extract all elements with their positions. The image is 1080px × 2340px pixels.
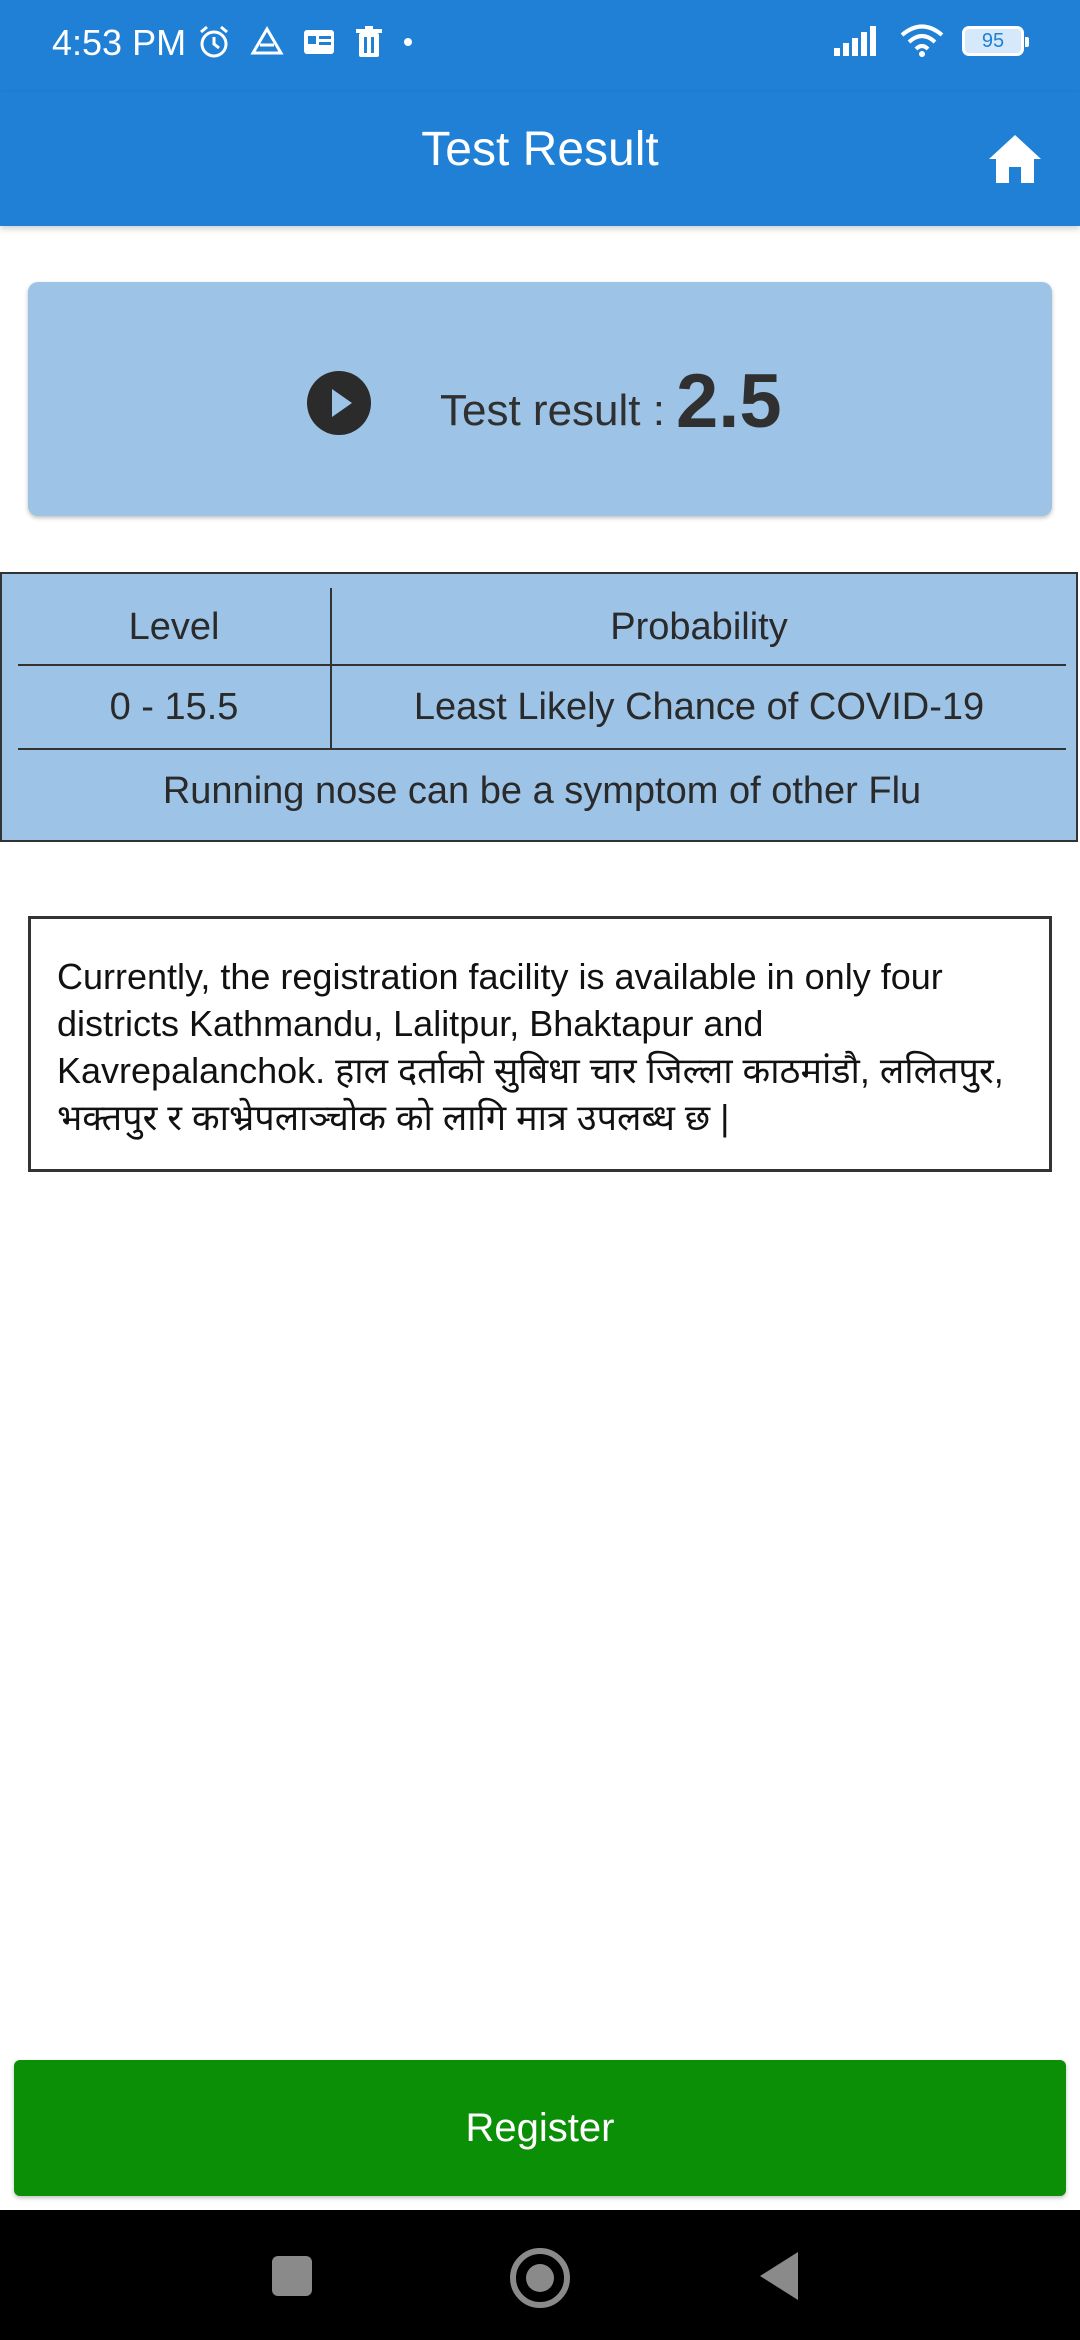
header-probability: Probability (610, 606, 788, 648)
result-table: Level Probability 0 - 15.5 Least Likely … (0, 572, 1078, 842)
navigation-bar (0, 2210, 1080, 2340)
recents-icon[interactable] (272, 2256, 312, 2296)
battery-icon: 95 (962, 26, 1029, 56)
row-level: 0 - 15.5 (109, 686, 239, 728)
registration-info: Currently, the registration facility is … (28, 916, 1052, 1172)
result-card: Test result : 2.5 (28, 282, 1052, 516)
signal-icon (834, 26, 876, 56)
card-icon (304, 30, 334, 54)
register-button[interactable]: Register (14, 2060, 1066, 2196)
status-time: 4:53 PM (52, 22, 187, 63)
status-icons-right: 95 (832, 24, 1029, 58)
table-divider (18, 748, 1066, 750)
battery-level: 95 (981, 29, 1005, 52)
app-bar: Test Result (0, 92, 1080, 226)
trash-icon (356, 26, 382, 57)
row-probability: Least Likely Chance of COVID-19 (413, 686, 985, 728)
table-note: Running nose can be a symptom of other F… (162, 770, 922, 812)
result-value: 2.5 (676, 359, 782, 444)
back-icon[interactable] (760, 2252, 798, 2300)
status-bar: 4:53 PM 95 (0, 0, 1080, 92)
home-icon (989, 135, 1041, 183)
alarm-icon (200, 25, 228, 58)
table-column-divider (330, 588, 332, 750)
home-circle-icon[interactable] (510, 2248, 570, 2308)
home-button[interactable] (976, 120, 1054, 198)
wifi-icon (900, 24, 944, 57)
table-divider (18, 664, 1066, 666)
play-circle-icon[interactable] (306, 370, 372, 436)
dot-icon (404, 38, 412, 46)
page-title: Test Result (421, 123, 659, 176)
result-label: Test result : (440, 386, 665, 435)
header-level: Level (128, 606, 220, 648)
status-icons-left (196, 24, 414, 60)
drive-icon (250, 26, 284, 55)
